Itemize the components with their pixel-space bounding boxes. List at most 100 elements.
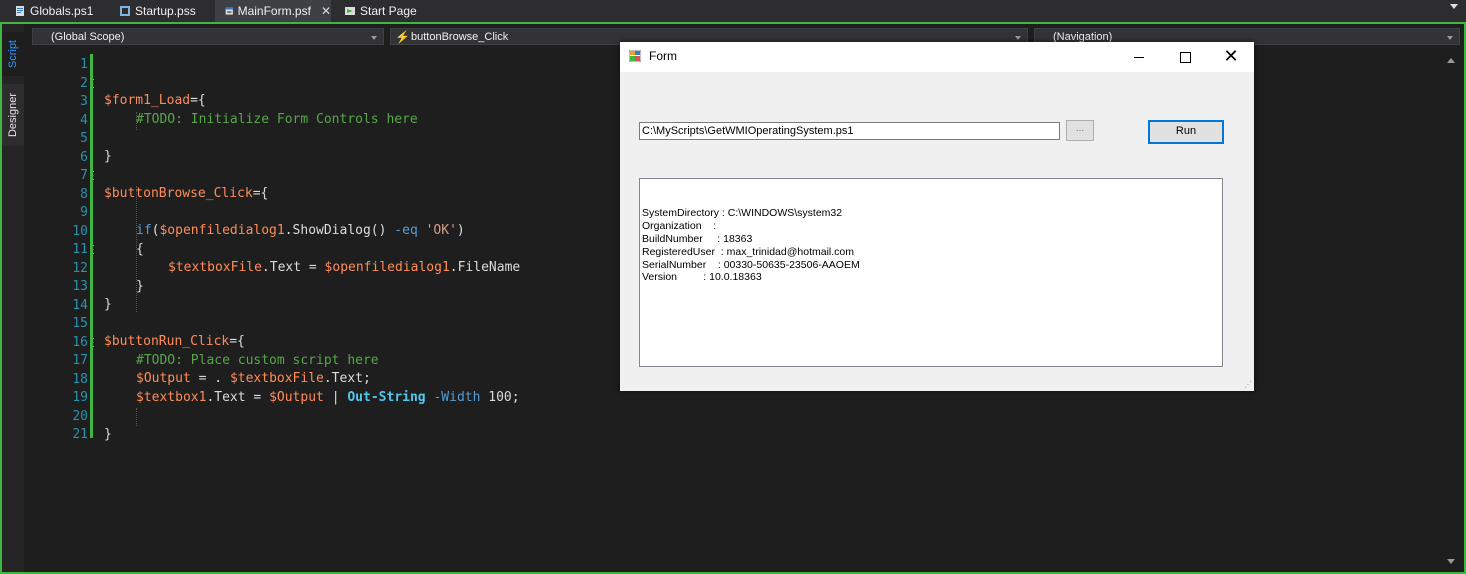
- token-text: .Text =: [206, 390, 270, 405]
- maximize-button[interactable]: [1162, 42, 1208, 72]
- form-title-bar[interactable]: Form ✕: [620, 42, 1254, 72]
- code-line: $Output = . $textboxFile.Text;: [136, 370, 371, 389]
- token-operator: -eq: [394, 223, 418, 238]
- line-number: 16: [72, 334, 88, 350]
- line-number: 18: [72, 371, 88, 387]
- browse-button[interactable]: ...: [1066, 120, 1094, 141]
- token-text: .ShowDialog(): [284, 223, 395, 238]
- scope-dropdown-value: (Global Scope): [51, 30, 125, 43]
- line-number: 4: [80, 112, 88, 128]
- scope-dropdown[interactable]: (Global Scope): [32, 28, 384, 45]
- minimize-icon: [1134, 56, 1144, 58]
- line-number: 15: [72, 316, 88, 331]
- output-textbox[interactable]: SystemDirectory : C:\WINDOWS\system32 Or…: [639, 178, 1223, 367]
- token-variable: $form1_Load: [104, 93, 191, 108]
- token-pipe: |: [323, 390, 348, 405]
- side-tab-label: Script: [7, 39, 19, 69]
- token-cmdlet: Out-String: [347, 390, 426, 405]
- scroll-up-icon[interactable]: [1447, 58, 1455, 63]
- line-number: 5: [80, 131, 88, 146]
- tab-label: Startup.pss: [135, 4, 196, 18]
- token-string: 'OK': [425, 223, 457, 238]
- code-line: #TODO: Place custom script here: [136, 353, 379, 368]
- maximize-icon: [1179, 51, 1191, 63]
- line-number: 17: [72, 353, 88, 368]
- line-number: 11: [72, 242, 88, 257]
- side-tab-script[interactable]: Script: [2, 32, 24, 76]
- navigation-dropdown-value: (Navigation): [1053, 30, 1113, 43]
- scroll-down-icon[interactable]: [1447, 559, 1455, 564]
- view-side-tabs: Script Designer: [2, 24, 24, 572]
- token-variable: $buttonRun_Click: [104, 334, 230, 349]
- resize-grip-icon[interactable]: ⋰: [1244, 380, 1252, 389]
- run-button[interactable]: Run: [1148, 120, 1224, 144]
- token-variable: $textboxFile: [168, 260, 262, 275]
- document-tab-bar: Globals.ps1 Startup.pss MainForm.psf ✕ S…: [0, 0, 1466, 22]
- line-number: 14: [72, 297, 88, 313]
- line-number: 3: [80, 94, 88, 109]
- code-line: }: [136, 279, 144, 294]
- token-variable: $openfiledialog1: [324, 260, 450, 275]
- line-number: 2: [80, 75, 88, 91]
- change-tracking-bar: [90, 54, 93, 438]
- line-number: 7: [80, 168, 88, 183]
- form-app-icon: [629, 50, 641, 62]
- token-variable: $Output: [136, 371, 191, 386]
- line-number: 10: [72, 223, 88, 239]
- output-line: SystemDirectory : C:\WINDOWS\system32: [642, 207, 843, 219]
- file-path-input[interactable]: C:\MyScripts\GetWMIOperatingSystem.ps1: [639, 122, 1060, 140]
- token-variable: $openfiledialog1: [159, 223, 285, 238]
- output-line: Version : 10.0.18363: [642, 271, 762, 283]
- line-number: 6: [80, 149, 88, 165]
- line-number-gutter: 1 2 3 4 5 6 7 8 9 10 11 12 13 14 15 16 1…: [48, 52, 100, 570]
- code-line: }: [104, 427, 112, 442]
- output-line: BuildNumber : 18363: [642, 233, 753, 245]
- line-number: 13: [72, 279, 88, 294]
- token-variable: $buttonBrowse_Click: [104, 186, 253, 201]
- code-line: $textboxFile.Text = $openfiledialog1.Fil…: [168, 259, 520, 278]
- tab-globals[interactable]: Globals.ps1: [14, 0, 110, 22]
- token-variable: $textboxFile: [229, 371, 324, 386]
- tab-overflow-dropdown-icon[interactable]: [1450, 4, 1458, 9]
- code-line: $form1_Load={: [104, 92, 206, 111]
- chevron-down-icon: [1447, 36, 1453, 40]
- chevron-down-icon: [371, 36, 377, 40]
- token-keyword: if: [136, 223, 152, 238]
- minimize-button[interactable]: [1116, 42, 1162, 72]
- token-text: ={: [229, 334, 245, 349]
- output-line: SerialNumber : 00330-50635-23506-AAOEM: [642, 259, 860, 271]
- script-file-icon: [16, 6, 24, 16]
- form-title: Form: [649, 49, 677, 63]
- line-number: 8: [80, 186, 88, 202]
- code-line: }: [104, 297, 112, 312]
- project-file-icon: [120, 6, 130, 16]
- line-number: 19: [72, 390, 88, 405]
- token-text: .Text;: [323, 371, 371, 386]
- token-text: .Text =: [261, 260, 325, 275]
- tab-label: Start Page: [360, 4, 417, 18]
- side-tab-designer[interactable]: Designer: [2, 84, 24, 146]
- token-text: ={: [190, 93, 206, 108]
- close-icon: ✕: [1223, 46, 1239, 67]
- code-line: $buttonRun_Click={: [104, 333, 245, 352]
- line-number: 21: [72, 427, 88, 442]
- token-text: ): [456, 223, 465, 238]
- tab-label: Globals.ps1: [30, 4, 94, 18]
- tab-close-icon[interactable]: ✕: [321, 4, 331, 18]
- code-line: if($openfiledialog1.ShowDialog() -eq 'OK…: [136, 222, 465, 241]
- tab-start-page[interactable]: Start Page: [344, 0, 424, 22]
- close-button[interactable]: ✕: [1208, 42, 1254, 72]
- code-line: $textbox1.Text = $Output | Out-String -W…: [136, 389, 520, 408]
- output-line: RegisteredUser : max_trinidad@hotmail.co…: [642, 246, 854, 258]
- tab-startup[interactable]: Startup.pss: [119, 0, 211, 22]
- form-window: Form ✕ C:\MyScripts\GetWMIOperatingSyste…: [620, 42, 1254, 391]
- code-line: #TODO: Initialize Form Controls here: [136, 112, 418, 127]
- lightning-icon: ⚡: [395, 30, 410, 44]
- tab-mainform[interactable]: MainForm.psf ✕: [215, 0, 331, 22]
- vertical-scrollbar[interactable]: [1442, 52, 1460, 570]
- token-text: .FileName: [449, 260, 521, 275]
- chevron-down-icon: [1015, 36, 1021, 40]
- token-text: = .: [190, 371, 230, 386]
- line-number: 20: [72, 408, 88, 424]
- token-text: ={: [252, 186, 269, 201]
